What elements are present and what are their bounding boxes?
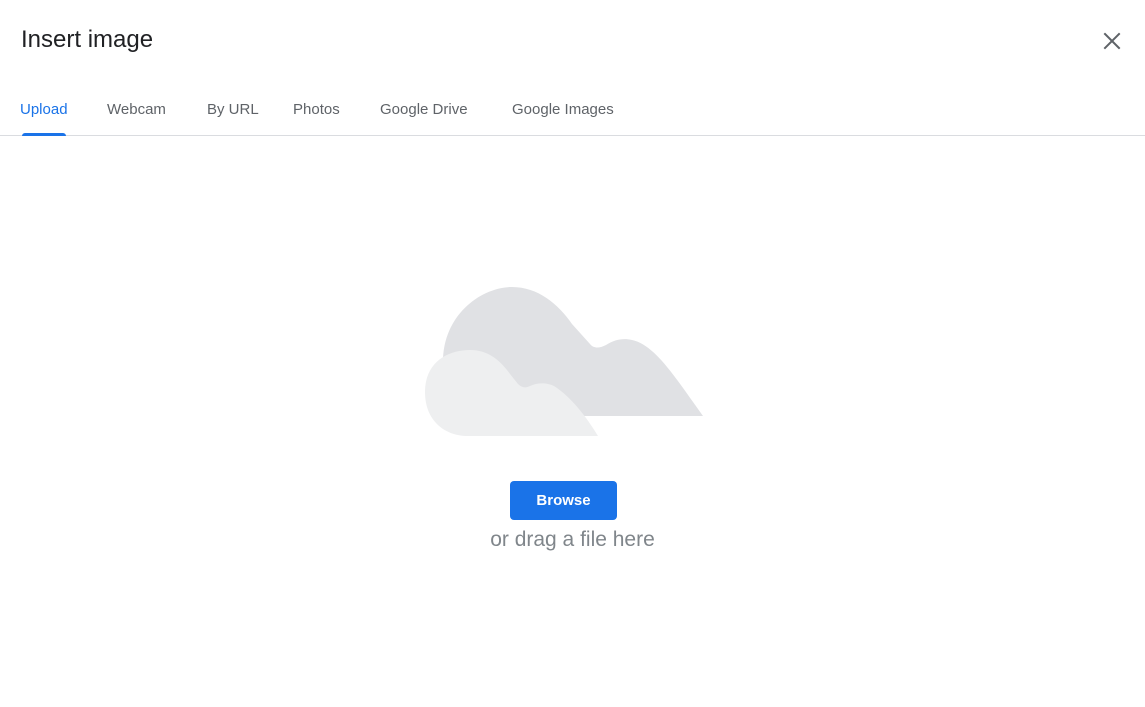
tab-google-drive-label: Google Drive [380,101,468,118]
tab-bar: Upload Webcam By URL Photos Google Drive… [0,90,1145,136]
active-tab-indicator [22,133,66,136]
cloud-upload-illustration [425,287,703,436]
tab-photos-label: Photos [293,101,340,118]
tab-upload-label: Upload [20,101,68,118]
tab-webcam[interactable]: Webcam [107,90,166,135]
close-icon [1103,32,1121,50]
tab-google-drive[interactable]: Google Drive [380,90,468,135]
dialog-title: Insert image [21,26,154,53]
tab-by-url-label: By URL [207,101,259,118]
tab-by-url[interactable]: By URL [207,90,259,135]
tab-upload[interactable]: Upload [20,90,68,136]
drag-file-hint: or drag a file here [490,528,655,551]
tab-google-images-label: Google Images [512,101,614,118]
tab-photos[interactable]: Photos [293,90,340,135]
insert-image-dialog: Insert image Upload Webcam By URL Photos… [0,0,1145,707]
browse-button[interactable]: Browse [510,481,617,520]
tab-google-images[interactable]: Google Images [512,90,614,135]
close-button[interactable] [1096,25,1128,57]
tab-webcam-label: Webcam [107,101,166,118]
